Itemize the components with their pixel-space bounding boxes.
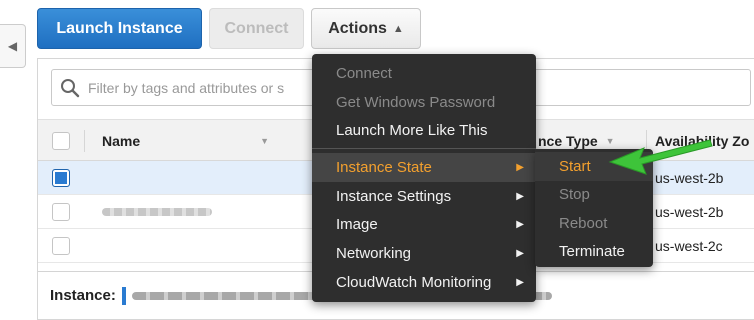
chevron-up-icon: ▲ xyxy=(392,22,404,35)
menu-item-label: CloudWatch Monitoring xyxy=(336,273,492,291)
menu-item-cloudwatch-monitoring[interactable]: CloudWatch Monitoring ▶ xyxy=(312,268,536,297)
column-divider xyxy=(84,130,85,152)
instance-name-cell xyxy=(102,195,212,229)
triangle-right-icon: ▶ xyxy=(516,247,524,259)
menu-item-label: Connect xyxy=(336,64,392,82)
selection-marker xyxy=(121,286,126,305)
connect-button[interactable]: Connect xyxy=(209,8,304,49)
row-checkbox[interactable] xyxy=(52,169,70,187)
caret-down-icon: ▼ xyxy=(260,136,270,146)
select-all-checkbox[interactable] xyxy=(52,132,70,150)
actions-menu: Connect Get Windows Password Launch More… xyxy=(312,54,536,302)
column-header-name[interactable]: Name ▼ xyxy=(102,120,302,162)
actions-dropdown-button[interactable]: Actions ▲ xyxy=(311,8,421,49)
submenu-item-label: Reboot xyxy=(559,214,608,232)
menu-item-connect[interactable]: Connect xyxy=(312,59,536,88)
triangle-right-icon: ▶ xyxy=(516,276,524,288)
submenu-item-label: Stop xyxy=(559,186,590,204)
row-checkbox[interactable] xyxy=(52,203,70,221)
availability-zone-cell: us-west-2c xyxy=(655,238,723,254)
menu-item-image[interactable]: Image ▶ xyxy=(312,210,536,239)
launch-instance-button[interactable]: Launch Instance xyxy=(37,8,202,49)
menu-item-label: Launch More Like This xyxy=(336,122,488,140)
triangle-right-icon: ▶ xyxy=(516,219,524,231)
submenu-item-reboot[interactable]: Reboot xyxy=(535,209,653,238)
menu-item-instance-settings[interactable]: Instance Settings ▶ xyxy=(312,182,536,211)
submenu-item-label: Start xyxy=(559,157,591,175)
search-icon xyxy=(61,78,80,97)
menu-item-instance-state[interactable]: Instance State ▶ xyxy=(312,153,536,182)
menu-divider xyxy=(312,148,536,150)
sidebar-collapse-toggle[interactable]: ◀ xyxy=(0,24,26,68)
instances-toolbar: Launch Instance Connect Actions ▲ xyxy=(34,0,754,60)
row-checkbox[interactable] xyxy=(52,237,70,255)
menu-item-networking[interactable]: Networking ▶ xyxy=(312,239,536,268)
column-header-name-label: Name xyxy=(102,133,141,149)
redacted-name xyxy=(102,208,212,216)
menu-item-launch-more-like-this[interactable]: Launch More Like This xyxy=(312,116,536,145)
green-arrow-icon xyxy=(608,139,713,175)
connect-label: Connect xyxy=(224,19,289,37)
menu-item-label: Instance State xyxy=(336,158,432,176)
submenu-item-terminate[interactable]: Terminate xyxy=(535,238,653,267)
menu-item-label: Get Windows Password xyxy=(336,93,496,111)
menu-item-get-windows-password[interactable]: Get Windows Password xyxy=(312,88,536,117)
chevron-left-icon: ◀ xyxy=(7,39,18,53)
menu-item-label: Instance Settings xyxy=(336,187,452,205)
submenu-item-label: Terminate xyxy=(559,243,625,261)
actions-label: Actions xyxy=(328,19,387,37)
triangle-right-icon: ▶ xyxy=(516,161,524,173)
launch-instance-label: Launch Instance xyxy=(56,19,183,37)
column-header-instance-type-label: nce Type xyxy=(538,133,598,149)
instance-detail-label: Instance: xyxy=(50,287,116,304)
availability-zone-cell: us-west-2b xyxy=(655,204,724,220)
menu-item-label: Image xyxy=(336,216,378,234)
triangle-right-icon: ▶ xyxy=(516,190,524,202)
menu-item-label: Networking xyxy=(336,244,412,262)
submenu-item-stop[interactable]: Stop xyxy=(535,181,653,210)
